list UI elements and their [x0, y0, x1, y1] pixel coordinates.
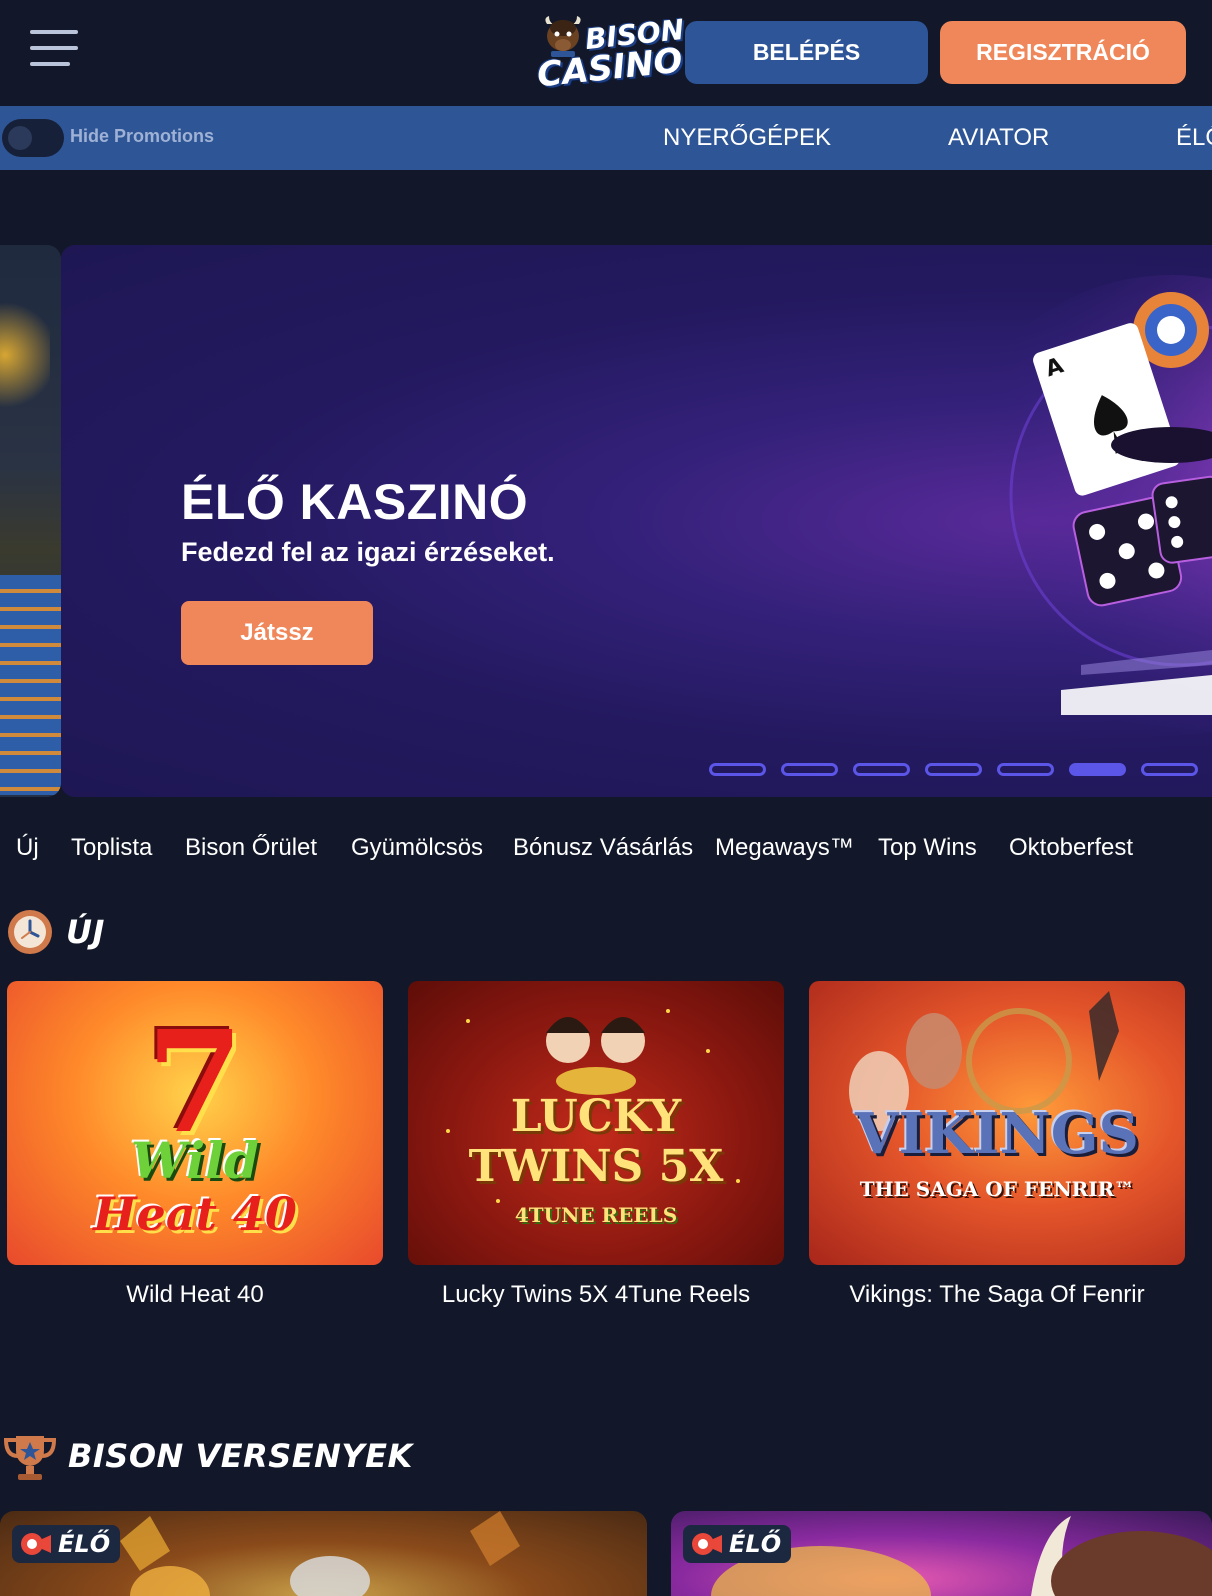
game-card[interactable]: VIKINGS THE SAGA OF FENRIR™ Vikings: The…: [809, 981, 1185, 1309]
category-tab-toplist[interactable]: Toplista: [71, 834, 152, 862]
hide-promotions-toggle[interactable]: [2, 119, 64, 157]
hero-title: ÉLŐ KASZINÓ: [181, 474, 529, 530]
carousel-dot[interactable]: [853, 763, 910, 776]
chip-stack-image: [0, 575, 61, 795]
new-section-heading: ÚJ: [6, 908, 105, 956]
game-card[interactable]: 7 Wild Heat 40 Wild Heat 40: [7, 981, 383, 1309]
carousel-dot[interactable]: [925, 763, 982, 776]
game-thumbnail: VIKINGS THE SAGA OF FENRIR™: [809, 981, 1185, 1265]
top-nav: Hide Promotions NYERŐGÉPEK AVIATOR ÉLŐ: [0, 106, 1212, 170]
logo[interactable]: BISON CASINO: [533, 10, 685, 96]
live-camera-icon: [21, 1533, 51, 1555]
category-tab-top-wins[interactable]: Top Wins: [878, 834, 977, 862]
category-tab-megaways[interactable]: Megaways™: [715, 834, 854, 862]
clock-icon: [8, 910, 52, 954]
section-title: ÚJ: [66, 913, 105, 951]
logo-line2: CASINO: [535, 40, 685, 96]
live-badge: ÉLŐ: [683, 1525, 792, 1563]
play-button[interactable]: Játssz: [181, 601, 373, 665]
menu-icon[interactable]: [30, 30, 80, 66]
live-badge: ÉLŐ: [12, 1525, 121, 1563]
header: BISON CASINO BELÉPÉS REGISZTRÁCIÓ: [0, 0, 1212, 106]
game-title: Wild Heat 40: [126, 1281, 264, 1308]
carousel-dot-active[interactable]: [1069, 763, 1126, 776]
game-title: Lucky Twins 5X 4Tune Reels: [441, 1281, 751, 1308]
category-tab-fruit[interactable]: Gyümölcsös: [351, 834, 483, 862]
game-thumbnail: LUCKY TWINS 5X 4TUNE REELS: [408, 981, 784, 1265]
hero-slide[interactable]: A ÉLŐ KASZINÓ Fedezd fel az igazi érzése…: [61, 245, 1212, 797]
game-thumbnail: 7 Wild Heat 40: [7, 981, 383, 1265]
carousel-dot[interactable]: [1141, 763, 1198, 776]
hero-previous-slide[interactable]: [0, 245, 61, 797]
carousel-dot[interactable]: [709, 763, 766, 776]
tournaments-section-heading: BISON VERSENYEK: [2, 1428, 413, 1484]
nav-item-slots[interactable]: NYERŐGÉPEK: [663, 124, 831, 152]
carousel-dot[interactable]: [997, 763, 1054, 776]
game-card[interactable]: LUCKY TWINS 5X 4TUNE REELS Lucky Twins 5…: [408, 981, 784, 1309]
login-button[interactable]: BELÉPÉS: [685, 21, 928, 84]
category-tab-bison-frenzy[interactable]: Bison Őrület: [185, 834, 317, 862]
category-tab-new[interactable]: Új: [16, 834, 39, 862]
tournament-card[interactable]: ÉLŐ: [0, 1511, 647, 1596]
category-tabs: Új Toplista Bison Őrület Gyümölcsös Bónu…: [0, 834, 1212, 870]
section-title: BISON VERSENYEK: [68, 1437, 413, 1475]
nav-item-live[interactable]: ÉLŐ: [1176, 124, 1212, 152]
register-button[interactable]: REGISZTRÁCIÓ: [940, 21, 1186, 84]
carousel-dot[interactable]: [781, 763, 838, 776]
tournament-card[interactable]: ÉLŐ: [671, 1511, 1212, 1596]
casino-cards-dice-image: A: [941, 275, 1212, 735]
carousel-dots: [709, 763, 1198, 776]
hero-subtitle: Fedezd fel az igazi érzéseket.: [181, 537, 555, 567]
category-tab-oktoberfest[interactable]: Oktoberfest: [1009, 834, 1133, 862]
nav-item-aviator[interactable]: AVIATOR: [948, 124, 1049, 152]
trophy-icon: [3, 1436, 57, 1480]
category-tab-bonus-buy[interactable]: Bónusz Vásárlás: [513, 834, 693, 862]
hide-promotions-label: Hide Promotions: [70, 126, 215, 146]
game-title: Vikings: The Saga Of Fenrir: [849, 1281, 1145, 1308]
live-camera-icon: [692, 1533, 722, 1555]
toggle-knob: [8, 126, 32, 150]
